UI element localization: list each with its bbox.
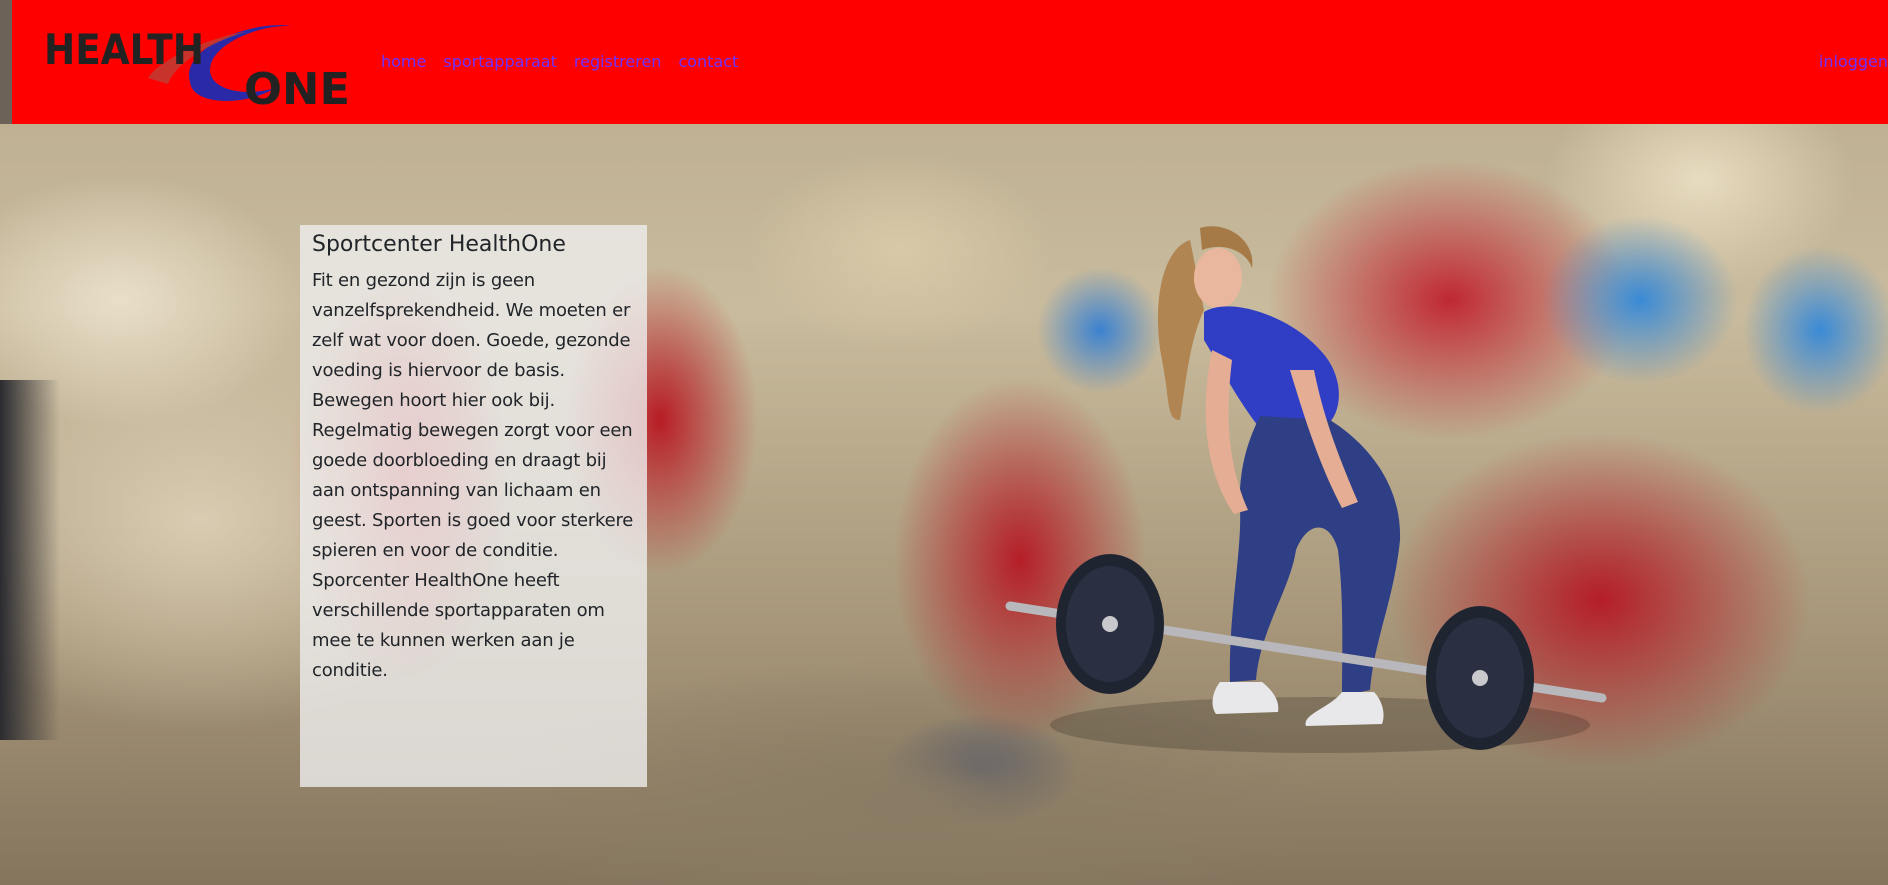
nav-contact-link[interactable]: contact <box>678 50 738 74</box>
nav-home-link[interactable]: home <box>381 50 426 74</box>
nav-sportapparaat-link[interactable]: sportapparaat <box>443 50 557 74</box>
main-nav: home sportapparaat registreren contact <box>381 50 738 74</box>
header-edge <box>0 0 12 124</box>
intro-title: Sportcenter HealthOne <box>312 232 566 257</box>
woman-with-barbell-photo <box>1005 226 1607 753</box>
site-header: HEALTH ONE home sportapparaat registrere… <box>12 0 1888 124</box>
intro-card: Sportcenter HealthOne Fit en gezond zijn… <box>300 225 647 787</box>
background-shadow <box>0 380 60 740</box>
page: HEALTH ONE home sportapparaat registrere… <box>0 0 1888 885</box>
logo-health-text: HEALTH <box>44 25 204 74</box>
intro-text: Fit en gezond zijn is geen vanzelfspreke… <box>312 270 634 681</box>
nav-registreren-link[interactable]: registreren <box>574 50 662 74</box>
login-link[interactable]: inloggen <box>1819 50 1888 74</box>
logo-one-text: ONE <box>244 64 350 108</box>
healthone-logo[interactable]: HEALTH ONE <box>40 18 356 108</box>
